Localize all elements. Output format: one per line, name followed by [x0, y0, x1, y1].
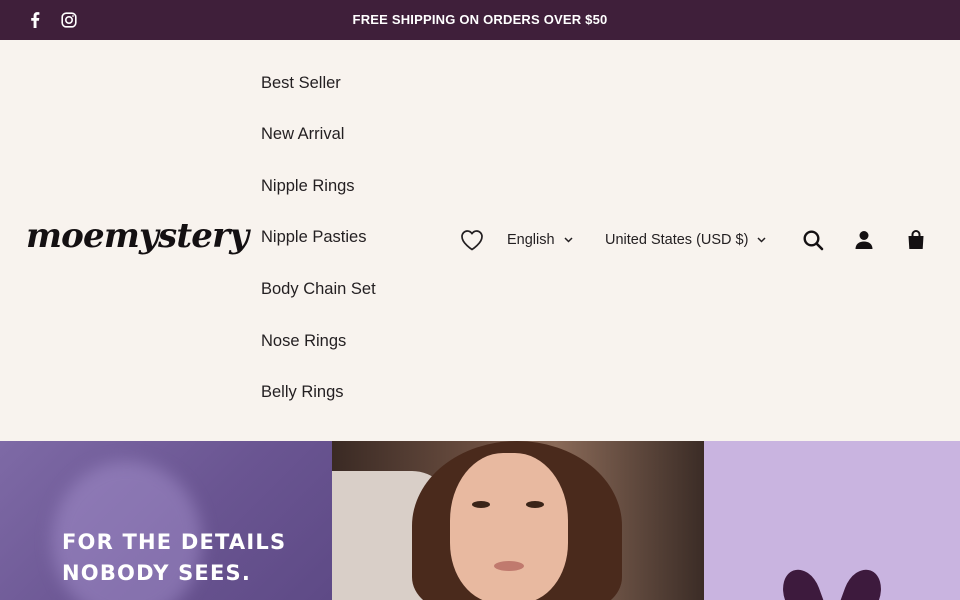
search-button[interactable] — [801, 228, 825, 252]
photo-eye-right — [526, 501, 544, 508]
chevron-down-icon — [564, 237, 573, 243]
bunny-ear-right — [836, 564, 888, 600]
hero-panel-left: FOR THE DETAILS NOBODY SEES. — [0, 441, 332, 600]
hero-headline-line1: FOR THE DETAILS — [62, 530, 287, 554]
nav-new-arrival[interactable]: New Arrival — [261, 125, 344, 144]
photo-eye-left — [472, 501, 490, 508]
nav-nipple-pasties[interactable]: Nipple Pasties — [261, 228, 366, 247]
wishlist-button[interactable] — [460, 229, 484, 251]
site-logo[interactable]: moemystery — [26, 216, 249, 256]
country-value: United States (USD $) — [605, 232, 749, 248]
cart-icon — [908, 230, 924, 249]
announcement-bar: FREE SHIPPING ON ORDERS OVER $50 — [0, 0, 960, 40]
announcement-text: FREE SHIPPING ON ORDERS OVER $50 — [352, 12, 608, 27]
account-icon — [855, 231, 873, 249]
language-selector[interactable]: English — [507, 229, 573, 251]
nav-body-chain-set[interactable]: Body Chain Set — [261, 280, 376, 299]
hero-headline: FOR THE DETAILS NOBODY SEES. — [62, 527, 286, 589]
hero-headline-line2: NOBODY SEES. — [62, 561, 252, 585]
account-button[interactable] — [852, 228, 876, 252]
nav-best-seller[interactable]: Best Seller — [261, 74, 341, 93]
photo-lips — [494, 561, 524, 571]
cart-button[interactable] — [904, 228, 928, 252]
photo-face — [450, 453, 568, 600]
language-value: English — [507, 232, 555, 248]
heart-icon — [461, 230, 483, 251]
nav-nipple-rings[interactable]: Nipple Rings — [261, 177, 355, 196]
hero-photo-model — [332, 441, 704, 600]
hero-banner: FOR THE DETAILS NOBODY SEES. — [0, 441, 960, 600]
hero-panel-right — [704, 441, 960, 600]
search-icon — [803, 230, 824, 251]
site-header: moemystery Best Seller New Arrival Nippl… — [0, 40, 960, 441]
chevron-down-icon — [757, 237, 766, 243]
nav-nose-rings[interactable]: Nose Rings — [261, 332, 346, 351]
bunny-ear-left — [776, 564, 828, 600]
country-selector[interactable]: United States (USD $) — [605, 229, 766, 251]
nav-belly-rings[interactable]: Belly Rings — [261, 383, 344, 402]
